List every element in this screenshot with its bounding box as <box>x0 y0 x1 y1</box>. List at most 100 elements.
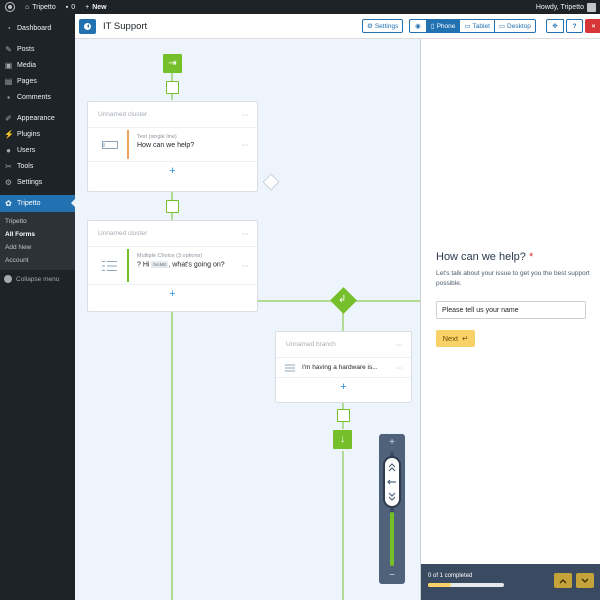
add-block-button[interactable]: + <box>88 285 257 303</box>
help-label: ? <box>572 22 577 30</box>
phone-icon: ▯ <box>431 23 435 30</box>
device-label: Tablet <box>472 22 490 30</box>
insert-cluster-node[interactable] <box>166 200 179 213</box>
submenu-tripetto[interactable]: Tripetto <box>0 215 75 228</box>
branch-header[interactable]: Unnamed branch ··· <box>276 332 411 358</box>
device-desktop-button[interactable]: ▭ Desktop <box>493 19 536 33</box>
sidebar-item-tripetto[interactable]: ✿ Tripetto <box>0 195 75 212</box>
plus-icon: + <box>169 165 176 177</box>
enter-icon: ⇥ <box>168 57 177 69</box>
sidebar-item-label: Comments <box>17 93 51 101</box>
branch-end-node[interactable]: ↓ <box>333 430 352 449</box>
block-label-prefix: ? Hi <box>137 261 150 269</box>
block-type: Text (single line) <box>137 134 177 140</box>
block-accent-bar <box>127 249 129 282</box>
account-menu[interactable]: Howdy, Tripetto <box>535 2 600 12</box>
cluster-header[interactable]: Unnamed cluster ··· <box>88 221 257 247</box>
arrow-down-icon: ↓ <box>340 433 345 445</box>
more-menu-icon[interactable]: ··· <box>242 110 249 119</box>
desktop-icon: ▭ <box>498 23 506 30</box>
progress-fill <box>428 583 451 587</box>
tablet-icon: ▭ <box>464 23 471 30</box>
branch-condition: I'm having a hardware is... <box>302 364 378 371</box>
wordpress-menu[interactable] <box>0 0 20 14</box>
more-menu-icon[interactable]: ··· <box>396 340 403 349</box>
form-start-node[interactable]: ⇥ <box>163 54 182 73</box>
howdy-text: Howdy, Tripetto <box>535 3 584 11</box>
new-content-link[interactable]: + New <box>80 0 112 14</box>
comments-link[interactable]: ▪ 0 <box>61 0 80 14</box>
sidebar-item-media[interactable]: ▣ Media <box>0 57 75 73</box>
submenu-add-new[interactable]: Add New <box>0 241 75 254</box>
plus-icon: + <box>85 3 90 11</box>
zoom-in-button[interactable]: + <box>379 437 405 448</box>
more-menu-icon[interactable]: ··· <box>242 261 249 270</box>
eye-slash-icon: ◉ <box>415 23 421 30</box>
settings-button[interactable]: ⚙ Settings <box>362 19 404 33</box>
required-mark: * <box>528 251 534 263</box>
question-text: How can we help? <box>436 251 526 263</box>
next-page-button[interactable] <box>576 573 594 588</box>
insert-cluster-node[interactable] <box>337 409 350 422</box>
media-icon: ▣ <box>4 60 13 70</box>
fit-view-button[interactable]: ✥ <box>546 19 564 33</box>
question-description: Let's talk about your issue to get you t… <box>436 270 590 287</box>
sidebar-item-pages[interactable]: ▤ Pages <box>0 73 75 89</box>
sidebar-item-settings[interactable]: ⚙ Settings <box>0 174 75 190</box>
cluster-card[interactable]: Unnamed cluster ··· Multiple Choice (3 o… <box>87 220 258 312</box>
sidebar-item-appearance[interactable]: ✐ Appearance <box>0 110 75 126</box>
cluster-card[interactable]: Unnamed cluster ··· Text (single line) H… <box>87 101 258 192</box>
block-row[interactable]: Multiple Choice (3 options) ? Hi NAME, w… <box>88 247 257 285</box>
insert-cluster-node[interactable] <box>166 81 179 94</box>
branch-condition-row[interactable]: I'm having a hardware is... ··· <box>276 358 411 378</box>
admin-sidebar: ◔ Dashboard ✎ Posts ▣ Media ▤ Pages ▪ Comment… <box>0 14 75 600</box>
help-button[interactable]: ? <box>566 19 583 33</box>
home-icon: ⌂ <box>25 3 30 11</box>
sidebar-item-plugins[interactable]: ⚡ Plugins <box>0 126 75 142</box>
add-condition-button[interactable]: + <box>276 378 411 396</box>
branch-title: Unnamed branch <box>286 341 336 348</box>
back-button[interactable] <box>79 18 96 34</box>
sidebar-item-label: Tools <box>17 162 34 170</box>
more-menu-icon[interactable]: ··· <box>242 140 249 149</box>
brush-icon: ✐ <box>5 113 12 123</box>
chevron-down-icon <box>581 578 589 583</box>
next-label: Next <box>442 334 459 343</box>
branch-card[interactable]: Unnamed branch ··· I'm having a hardware… <box>275 331 412 403</box>
block-row[interactable]: Text (single line) How can we help? ··· <box>88 128 257 162</box>
cluster-header[interactable]: Unnamed cluster ··· <box>88 102 257 128</box>
scroll-arrows-icon <box>387 463 396 501</box>
builder-canvas[interactable]: ⇥ Unnamed cluster ··· Text (single line)… <box>75 39 420 600</box>
device-phone-button[interactable]: ▯ Phone <box>426 19 461 33</box>
sidebar-item-label: Dashboard <box>17 24 52 32</box>
submenu-account[interactable]: Account <box>0 254 75 267</box>
new-label: New <box>92 3 107 11</box>
move-icon: ✥ <box>552 23 558 30</box>
close-button[interactable]: × <box>585 19 600 33</box>
cluster-title: Unnamed cluster <box>98 230 148 237</box>
sidebar-item-label: Pages <box>17 77 37 85</box>
more-menu-icon[interactable]: ··· <box>242 229 249 238</box>
sidebar-item-users[interactable]: ● Users <box>0 142 75 158</box>
sidebar-item-posts[interactable]: ✎ Posts <box>0 41 75 57</box>
block-label: How can we help? <box>137 142 195 149</box>
next-button[interactable]: Next ↵ <box>436 330 475 347</box>
submenu-all-forms[interactable]: All Forms <box>0 228 75 241</box>
sidebar-item-dashboard[interactable]: ◔ Dashboard <box>0 20 75 36</box>
site-name-link[interactable]: ⌂ Tripetto <box>20 0 61 14</box>
list-icon <box>102 260 117 271</box>
name-input[interactable]: Please tell us your name <box>436 301 586 319</box>
more-menu-icon[interactable]: ··· <box>396 363 403 372</box>
collapse-menu-button[interactable]: Collapse menu <box>0 270 75 288</box>
zoom-slider-handle[interactable] <box>385 458 399 506</box>
add-block-button[interactable]: + <box>88 162 257 180</box>
sidebar-item-label: Tripetto <box>17 200 41 207</box>
sidebar-item-comments[interactable]: ▪ Comments <box>0 89 75 105</box>
device-tablet-button[interactable]: ▭ Tablet <box>459 19 495 33</box>
sidebar-item-tools[interactable]: ✂ Tools <box>0 158 75 174</box>
preview-toggle-button[interactable]: ◉ <box>409 19 427 33</box>
zoom-out-button[interactable]: − <box>379 570 405 581</box>
block-accent-bar <box>127 130 129 159</box>
previous-button[interactable] <box>554 573 572 588</box>
sidebar-item-label: Posts <box>17 45 35 53</box>
